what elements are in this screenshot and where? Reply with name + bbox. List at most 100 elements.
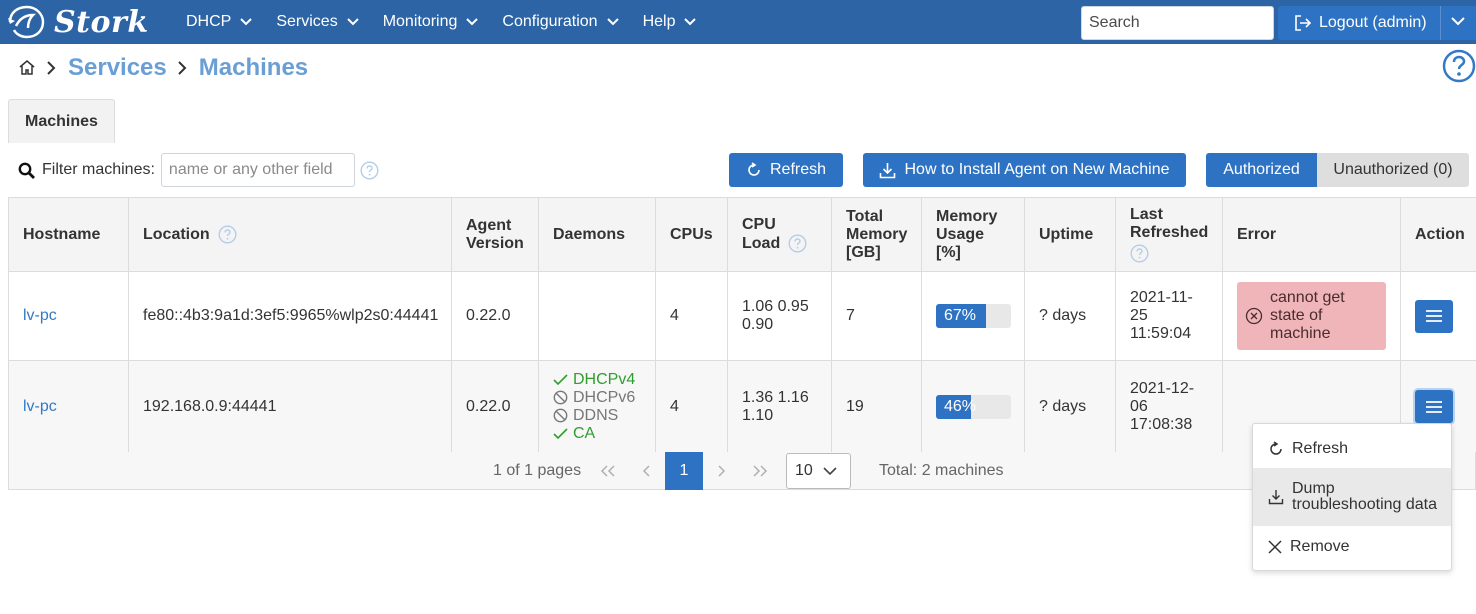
check-icon <box>553 428 568 440</box>
menu-label: DHCP <box>186 13 232 30</box>
menu-item-label: Refresh <box>1292 440 1349 457</box>
prev-page-button[interactable] <box>627 452 665 490</box>
cell-agent-version: 0.22.0 <box>451 271 539 361</box>
header-line: Load <box>742 234 781 252</box>
menu-monitoring[interactable]: Monitoring <box>383 13 479 31</box>
tab-machines[interactable]: Machines <box>8 99 115 143</box>
menu-services[interactable]: Services <box>276 13 359 31</box>
top-navbar: Stork DHCP Services Monitoring Configura… <box>0 0 1476 44</box>
menu-item-dump-troubleshooting[interactable]: Dump troubleshooting data <box>1253 468 1451 526</box>
row-action-menu-button[interactable] <box>1415 390 1453 423</box>
help-icon[interactable] <box>218 225 237 244</box>
menu-item-label: troubleshooting data <box>1292 496 1437 513</box>
help-icon[interactable] <box>1442 49 1476 83</box>
refreshed-line: 2021-11- <box>1130 289 1193 306</box>
cell-hostname: lv-pc <box>8 271 129 361</box>
header-total-memory[interactable]: Total Memory [GB] <box>831 197 922 272</box>
cell-memory-usage: 67% <box>921 271 1025 361</box>
menu-help[interactable]: Help <box>643 13 697 31</box>
home-icon[interactable] <box>18 59 36 77</box>
page-1-button[interactable]: 1 <box>665 452 703 490</box>
cell-agent-version: 0.22.0 <box>451 360 539 453</box>
logout-button[interactable]: Logout (admin) <box>1278 6 1476 40</box>
rows-per-page-dropdown[interactable]: 10 <box>786 453 851 489</box>
check-icon <box>553 374 568 386</box>
cell-action <box>1400 271 1476 361</box>
logo-text: Stork <box>54 4 149 40</box>
daemon-name: DHCPv4 <box>573 370 636 388</box>
header-cpu-load[interactable]: CPU Load <box>727 197 832 272</box>
daemon-ddns[interactable]: DDNS <box>553 407 641 425</box>
cell-cpu-load: 1.36 1.16 1.10 <box>727 360 832 453</box>
install-agent-button[interactable]: How to Install Agent on New Machine <box>863 153 1186 187</box>
cell-uptime: ? days <box>1024 271 1116 361</box>
header-hostname[interactable]: Hostname <box>8 197 129 272</box>
hostname-link[interactable]: lv-pc <box>23 307 57 324</box>
header-last-refreshed[interactable]: Last Refreshed <box>1115 197 1223 272</box>
machines-table: Hostname Location Agent Version Daemons … <box>8 197 1476 453</box>
menu-item-label: Dump <box>1292 480 1335 497</box>
refresh-button[interactable]: Refresh <box>729 153 843 187</box>
last-page-button[interactable] <box>741 452 779 490</box>
filter-label: Filter machines: <box>42 161 155 178</box>
header-agent-version[interactable]: Agent Version <box>451 197 539 272</box>
cell-hostname: lv-pc <box>8 360 129 453</box>
cell-cpus: 4 <box>655 271 728 361</box>
cell-cpu-load: 1.06 0.95 0.90 <box>727 271 832 361</box>
header-error[interactable]: Error <box>1222 197 1401 272</box>
install-agent-label: How to Install Agent on New Machine <box>904 161 1170 178</box>
header-line: [%] <box>936 243 961 261</box>
cell-cpus: 4 <box>655 360 728 453</box>
menu-dhcp[interactable]: DHCP <box>186 13 253 31</box>
header-line: Usage <box>936 225 985 243</box>
double-chevron-left-icon <box>600 465 615 477</box>
row-action-menu-button[interactable] <box>1415 299 1453 333</box>
hamburger-icon <box>1426 310 1442 322</box>
chevron-right-icon <box>177 61 187 75</box>
stork-logo[interactable]: Stork <box>6 3 149 41</box>
breadcrumb-machines[interactable]: Machines <box>199 54 308 82</box>
close-icon <box>1268 540 1282 554</box>
hostname-link[interactable]: lv-pc <box>23 398 57 415</box>
download-icon <box>1268 490 1284 505</box>
breadcrumb-services[interactable]: Services <box>68 54 167 82</box>
header-memory-usage[interactable]: Memory Usage [%] <box>921 197 1025 272</box>
page-info: 1 of 1 pages <box>493 462 582 479</box>
menu-item-refresh[interactable]: Refresh <box>1253 430 1451 468</box>
cpu-load-line: 1.36 1.16 <box>742 388 809 406</box>
help-icon[interactable] <box>1130 244 1208 263</box>
filter-machines-input[interactable] <box>160 153 355 187</box>
header-daemons[interactable]: Daemons <box>538 197 656 272</box>
next-page-button[interactable] <box>703 452 741 490</box>
daemon-dhcpv6[interactable]: DHCPv6 <box>553 389 641 407</box>
unauthorized-button[interactable]: Unauthorized (0) <box>1317 153 1469 187</box>
error-circle-icon <box>1245 307 1263 325</box>
double-chevron-right-icon <box>753 465 768 477</box>
menu-configuration[interactable]: Configuration <box>502 13 619 31</box>
header-action: Action <box>1400 197 1476 272</box>
menu-label: Services <box>276 13 338 30</box>
help-icon[interactable] <box>360 160 379 180</box>
first-page-button[interactable] <box>589 452 627 490</box>
memory-usage-bar: 67% <box>936 304 1011 328</box>
header-cpus[interactable]: CPUs <box>655 197 728 272</box>
menu-label: Monitoring <box>382 13 458 30</box>
row-action-menu: Refresh Dump troubleshooting data Remove <box>1252 423 1452 571</box>
refreshed-line: 17:08:38 <box>1130 415 1193 433</box>
authorization-toggle: Authorized Unauthorized (0) <box>1206 153 1469 187</box>
global-search-input[interactable] <box>1081 6 1274 40</box>
refresh-label: Refresh <box>769 161 827 178</box>
chevron-down-icon[interactable] <box>1451 17 1465 26</box>
daemon-dhcpv4[interactable]: DHCPv4 <box>553 371 641 389</box>
header-uptime[interactable]: Uptime <box>1024 197 1116 272</box>
header-line: Refreshed <box>1130 224 1209 241</box>
menu-item-remove[interactable]: Remove <box>1253 528 1451 566</box>
header-line: Version <box>466 234 524 252</box>
cell-total-memory: 7 <box>831 271 922 361</box>
daemon-ca[interactable]: CA <box>553 425 641 443</box>
error-line: machine <box>1270 325 1331 342</box>
help-icon[interactable] <box>788 234 807 253</box>
authorized-button[interactable]: Authorized <box>1206 153 1317 187</box>
header-location[interactable]: Location <box>128 197 452 272</box>
cell-daemons <box>538 271 656 361</box>
